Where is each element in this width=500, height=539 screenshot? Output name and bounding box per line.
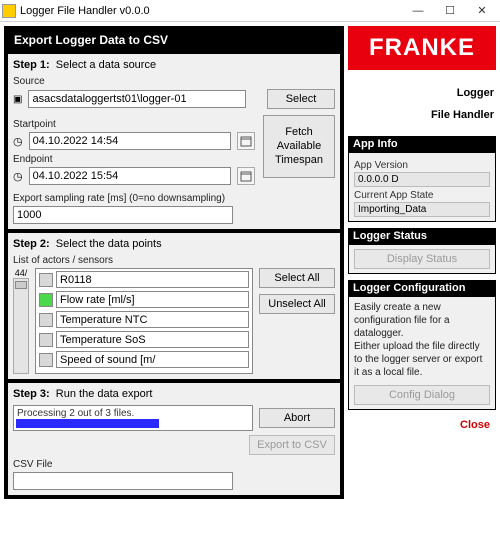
step2-title: Step 2: Select the data points bbox=[13, 238, 335, 250]
source-input[interactable] bbox=[28, 90, 245, 108]
close-window-button[interactable]: ✕ bbox=[466, 1, 498, 21]
unselect-all-button[interactable]: Unselect All bbox=[259, 294, 335, 314]
source-label: Source bbox=[13, 76, 335, 87]
app-title: LoggerFile Handler bbox=[348, 76, 496, 130]
csv-file-label: CSV File bbox=[13, 459, 335, 470]
endpoint-input[interactable] bbox=[29, 167, 231, 185]
csv-file-input[interactable] bbox=[13, 472, 233, 490]
maximize-button[interactable]: ☐ bbox=[434, 1, 466, 21]
step3-panel: Step 3: Run the data export Processing 2… bbox=[8, 383, 340, 495]
list-item: Flow rate [ml/s] bbox=[37, 290, 251, 309]
list-slider[interactable] bbox=[13, 278, 29, 374]
select-all-button[interactable]: Select All bbox=[259, 268, 335, 288]
app-state-value: Importing_Data bbox=[354, 202, 490, 217]
toggle-icon[interactable] bbox=[39, 333, 53, 347]
clock-icon: ◷ bbox=[13, 170, 23, 183]
minimize-button[interactable]: — bbox=[402, 1, 434, 21]
select-source-button[interactable]: Select bbox=[267, 89, 335, 109]
step1-panel: Step 1: Select a data source Source ▣ Se… bbox=[8, 54, 340, 229]
list-label: List of actors / sensors bbox=[13, 255, 335, 266]
app-state-label: Current App State bbox=[354, 190, 490, 201]
brand-logo: FRANKE bbox=[348, 26, 496, 70]
abort-button[interactable]: Abort bbox=[259, 408, 335, 428]
clock-icon: ◷ bbox=[13, 135, 23, 148]
startpoint-calendar-button[interactable] bbox=[237, 132, 255, 150]
window-titlebar: Logger File Handler v0.0.0 — ☐ ✕ bbox=[0, 0, 500, 22]
sensor-listbox[interactable]: R0118 Flow rate [ml/s] Temperature NTC T… bbox=[35, 268, 253, 374]
config-dialog-button[interactable]: Config Dialog bbox=[354, 385, 490, 405]
toggle-icon[interactable] bbox=[39, 313, 53, 327]
appinfo-header: App Info bbox=[348, 136, 496, 152]
app-version-label: App Version bbox=[354, 160, 490, 171]
list-item: Temperature SoS bbox=[37, 330, 251, 349]
toggle-icon[interactable] bbox=[39, 293, 53, 307]
app-icon bbox=[2, 4, 16, 18]
rate-input[interactable] bbox=[13, 206, 233, 224]
progress-bar: Processing 2 out of 3 files. bbox=[13, 405, 253, 431]
rate-label: Export sampling rate [ms] (0=no downsamp… bbox=[13, 193, 335, 204]
list-item: Speed of sound [m/ bbox=[37, 350, 251, 369]
list-item: R0118 bbox=[37, 270, 251, 289]
export-banner: Export Logger Data to CSV bbox=[8, 30, 340, 50]
export-csv-button[interactable]: Export to CSV bbox=[249, 435, 335, 455]
toggle-icon[interactable] bbox=[39, 273, 53, 287]
appinfo-box: App Version 0.0.0.0 D Current App State … bbox=[348, 152, 496, 222]
startpoint-input[interactable] bbox=[29, 132, 231, 150]
window-title: Logger File Handler v0.0.0 bbox=[20, 5, 402, 17]
step1-title: Step 1: Select a data source bbox=[13, 59, 335, 71]
display-status-button[interactable]: Display Status bbox=[354, 249, 490, 269]
endpoint-label: Endpoint bbox=[13, 154, 255, 165]
list-item: Temperature NTC bbox=[37, 310, 251, 329]
endpoint-calendar-button[interactable] bbox=[237, 167, 255, 185]
folder-icon: ▣ bbox=[13, 94, 22, 105]
step2-panel: Step 2: Select the data points List of a… bbox=[8, 233, 340, 379]
logger-config-header: Logger Configuration bbox=[348, 280, 496, 296]
close-button[interactable]: Close bbox=[348, 416, 496, 434]
app-version-value: 0.0.0.0 D bbox=[354, 172, 490, 187]
logger-config-desc: Easily create a new configuration file f… bbox=[354, 301, 490, 379]
step3-title: Step 3: Run the data export bbox=[13, 388, 335, 400]
toggle-icon[interactable] bbox=[39, 353, 53, 367]
fetch-timespan-button[interactable]: Fetch Available Timespan bbox=[263, 115, 335, 178]
progress-text: Processing 2 out of 3 files. bbox=[17, 408, 249, 419]
slider-value: 44/ bbox=[15, 268, 28, 278]
logger-status-header: Logger Status bbox=[348, 228, 496, 244]
startpoint-label: Startpoint bbox=[13, 119, 255, 130]
